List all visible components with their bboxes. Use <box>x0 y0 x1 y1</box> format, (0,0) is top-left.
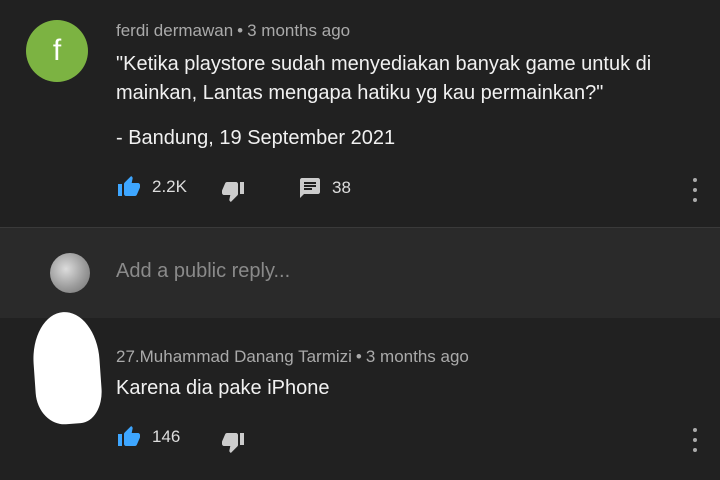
like-count: 2.2K <box>152 177 187 196</box>
comment-author[interactable]: ferdi dermawan <box>116 21 233 40</box>
more-vert-icon[interactable] <box>692 178 698 202</box>
replies-button[interactable]: 38 <box>298 176 351 200</box>
main-comment: f ferdi dermawan • 3 months ago "Ketika pl… <box>0 0 720 226</box>
comment-icon <box>298 176 322 200</box>
dislike-icon <box>220 430 246 454</box>
comment-text-line1: "Ketika playstore sudah menyediakan bany… <box>116 53 652 75</box>
avatar[interactable]: f <box>26 20 88 82</box>
reply-like-button[interactable]: 146 <box>116 425 180 449</box>
comment-time[interactable]: 3 months ago <box>247 21 350 40</box>
comment-text-line2: mainkan, Lantas mengapa hatiku yg kau pe… <box>116 82 604 104</box>
reply-time[interactable]: 3 months ago <box>366 347 469 366</box>
reply-like-count: 146 <box>152 427 181 446</box>
reply-count: 38 <box>332 178 351 197</box>
like-icon <box>116 425 142 449</box>
comment-text-line3: - Bandung, 19 September 2021 <box>116 127 396 149</box>
reply-bar: Add a public reply... <box>0 227 720 319</box>
comment-meta: ferdi dermawan • 3 months ago <box>116 21 350 41</box>
dislike-icon <box>220 179 246 203</box>
reply-input[interactable]: Add a public reply... <box>116 260 290 283</box>
reply-text: Karena dia pake iPhone <box>116 377 330 399</box>
meta-separator: • <box>237 21 244 40</box>
user-avatar <box>50 253 90 293</box>
avatar-letter: f <box>52 34 62 67</box>
like-button[interactable]: 2.2K <box>116 175 187 199</box>
reply-dislike-button[interactable] <box>220 430 246 454</box>
meta-separator: • <box>355 347 362 366</box>
like-icon <box>116 175 142 199</box>
reply-comment: 27.Muhammad Danang Tarmizi • 3 months ago … <box>0 318 720 480</box>
reply-author[interactable]: 27.Muhammad Danang Tarmizi <box>116 347 352 366</box>
reply-meta: 27.Muhammad Danang Tarmizi • 3 months ago <box>116 347 469 367</box>
dislike-button[interactable] <box>220 179 246 203</box>
more-vert-icon[interactable] <box>692 428 698 452</box>
